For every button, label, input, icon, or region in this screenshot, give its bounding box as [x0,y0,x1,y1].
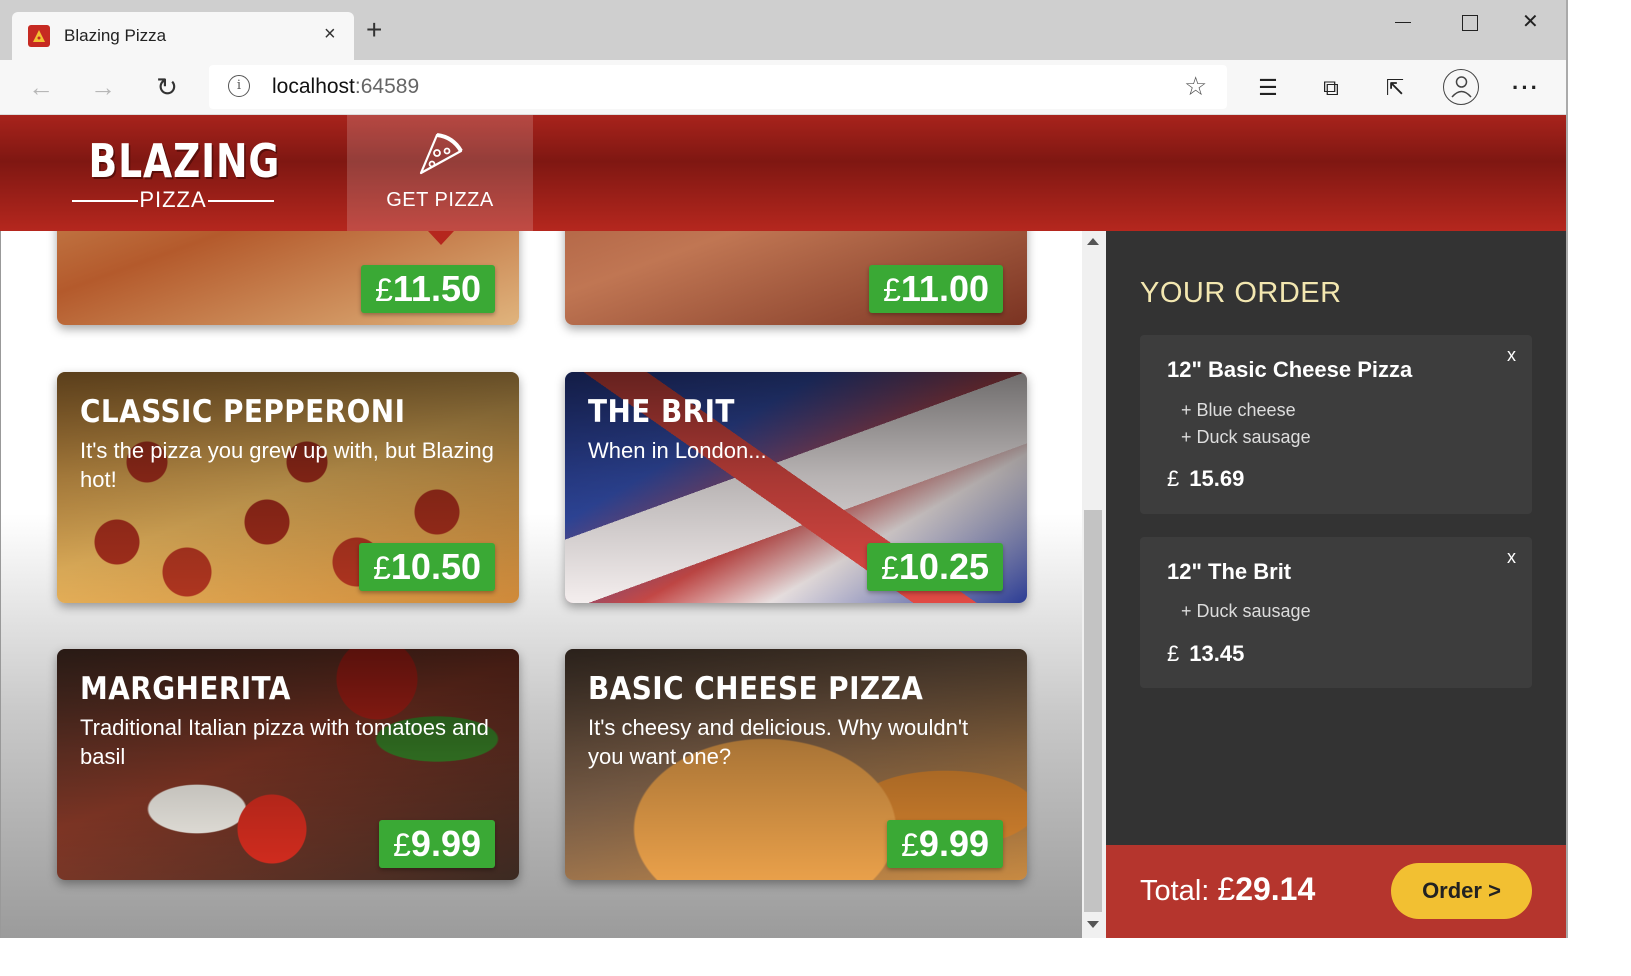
order-item-title: 12" The Brit [1167,559,1292,584]
pizza-name: MARGHERITA [80,671,291,707]
browser-tab[interactable]: Blazing Pizza × [12,12,354,60]
share-icon[interactable]: ⇱ [1380,73,1410,103]
pizza-slice-icon [419,133,463,175]
address-bar[interactable]: i localhost:64589 ☆ [209,65,1227,109]
profile-icon[interactable] [1443,69,1479,105]
browser-toolbar: ← → ↻ i localhost:64589 ☆ ☰ ⧉ ⇱ ··· [0,60,1568,115]
order-item-title: 12" Basic Cheese Pizza [1167,357,1413,382]
pizza-specials-list: £11.50 £11.00 CLASSIC PEPPERONI It's the… [0,231,1082,938]
nav-get-pizza[interactable]: GET PIZZA [347,115,533,231]
order-item-topping: + Duck sausage [1181,601,1311,621]
tab-close-button[interactable]: × [324,24,336,44]
order-footer: Total: £29.14 Order > [1106,845,1568,938]
nav-get-pizza-label: GET PIZZA [386,189,494,211]
pizza-card-basic-cheese[interactable]: BASIC CHEESE PIZZA It's cheesy and delic… [565,649,1027,880]
price-badge: £9.99 [379,820,495,868]
pizza-description: Traditional Italian pizza with tomatoes … [80,715,489,769]
new-tab-button[interactable]: + [366,16,382,44]
brand-subtitle: PIZZA [70,187,276,213]
pizza-card-classic-pepperoni[interactable]: CLASSIC PEPPERONI It's the pizza you gre… [57,372,519,603]
order-total: Total: £29.14 [1140,871,1316,907]
order-item-price: £15.69 [1167,466,1245,491]
reload-icon[interactable]: ↻ [152,72,182,102]
price-badge: £10.50 [359,543,495,591]
order-item-topping: + Duck sausage [1181,427,1311,447]
pizza-favicon-icon [28,25,50,47]
pizza-name: CLASSIC PEPPERONI [80,394,406,430]
brand-title: BLAZING [88,134,281,188]
pizza-name: BASIC CHEESE PIZZA [588,671,924,707]
remove-item-button[interactable]: x [1507,547,1516,568]
price-badge: £9.99 [887,820,1003,868]
active-nav-indicator [428,231,454,245]
pizza-name: THE BRIT [588,394,735,430]
order-item: 12" The Brit x + Duck sausage £13.45 [1140,537,1532,688]
url-text[interactable]: localhost:64589 [272,75,419,99]
favorites-icon[interactable]: ☰ [1253,73,1283,103]
order-item-topping: + Blue cheese [1181,400,1296,420]
pizza-description: It's the pizza you grew up with, but Bla… [80,438,494,492]
star-icon[interactable]: ☆ [1184,71,1207,102]
order-button[interactable]: Order > [1391,863,1532,919]
minimize-button[interactable] [1392,12,1416,36]
info-icon[interactable]: i [228,75,250,97]
pizza-description: It's cheesy and delicious. Why wouldn't … [588,715,969,769]
order-title: YOUR ORDER [1140,277,1342,309]
tab-title: Blazing Pizza [64,26,167,45]
pizza-card[interactable]: £11.00 [565,231,1027,325]
price-badge: £11.50 [361,265,495,313]
scroll-up-arrow-icon[interactable] [1087,238,1099,245]
order-item: 12" Basic Cheese Pizza x + Blue cheese +… [1140,335,1532,514]
browser-tab-strip: Blazing Pizza × + ✕ [0,0,1568,60]
pizza-card[interactable]: £11.50 [57,231,519,325]
order-item-price: £13.45 [1167,641,1245,666]
scrollbar-thumb[interactable] [1084,510,1102,912]
back-arrow-icon[interactable]: ← [26,72,56,102]
brand-logo[interactable]: BLAZING PIZZA [70,134,281,213]
more-icon[interactable]: ··· [1511,73,1541,103]
remove-item-button[interactable]: x [1507,345,1516,366]
pizza-description: When in London... [588,438,767,463]
maximize-button[interactable] [1458,12,1482,36]
scroll-down-arrow-icon[interactable] [1087,921,1099,928]
order-sidebar: YOUR ORDER 12" Basic Cheese Pizza x + Bl… [1106,231,1568,845]
window-edge [1566,0,1568,938]
window-close-button[interactable]: ✕ [1522,12,1546,36]
pizza-card-the-brit[interactable]: THE BRIT When in London... £10.25 [565,372,1027,603]
collections-icon[interactable]: ⧉ [1316,73,1346,103]
pizza-card-margherita[interactable]: MARGHERITA Traditional Italian pizza wit… [57,649,519,880]
app-header: BLAZING PIZZA GET PIZZA [0,115,1568,231]
price-badge: £11.00 [869,265,1003,313]
price-badge: £10.25 [867,543,1003,591]
forward-arrow-icon[interactable]: → [88,72,118,102]
